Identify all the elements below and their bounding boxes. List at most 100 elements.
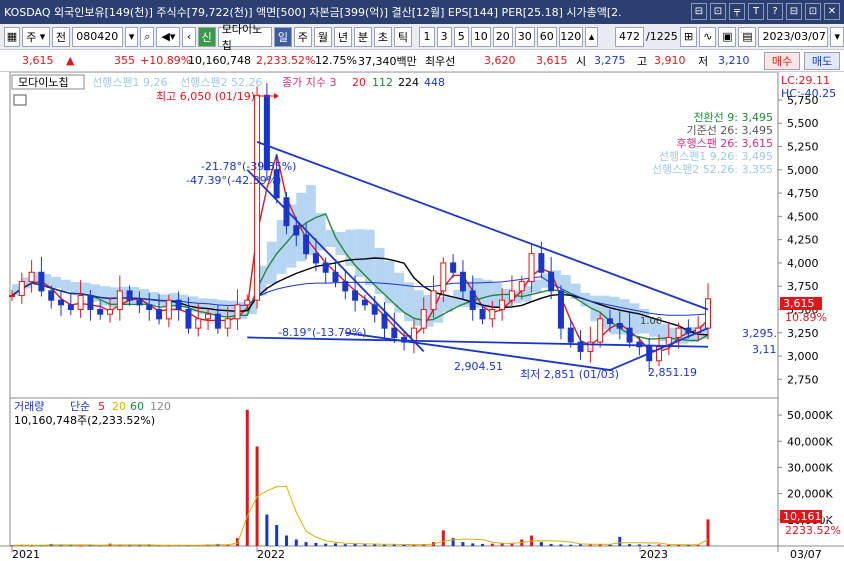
legend-stock-name: 모다이노칩: [18, 76, 69, 89]
x-label-2021: 2021: [12, 548, 40, 561]
volume-bar: [539, 542, 543, 546]
table-icon[interactable]: [13, 94, 27, 106]
type-select[interactable]: 주 ▾: [22, 26, 50, 47]
ichimoku-cloud-segment: [266, 241, 277, 284]
position-field[interactable]: 472: [614, 26, 645, 47]
restore-panel-icon[interactable]: ⊡: [710, 3, 726, 20]
count-1-button[interactable]: 1: [419, 26, 435, 47]
annotation-3295: 3,295.: [742, 327, 777, 340]
sound-icon[interactable]: ◀▾: [156, 26, 181, 47]
count-20-button[interactable]: 20: [492, 26, 513, 47]
pin-icon[interactable]: ╤: [729, 3, 745, 20]
candle-body: [371, 304, 378, 315]
volume-bar: [647, 544, 651, 546]
date-field[interactable]: 2023/03/07: [758, 26, 829, 47]
volume-bar: [265, 514, 269, 546]
buy-button[interactable]: 매수: [764, 52, 800, 70]
date-dropdown-icon[interactable]: ▾: [830, 26, 844, 47]
price-tick-label: 5,500: [787, 117, 819, 130]
count-60-button[interactable]: 60: [536, 26, 557, 47]
candle-body: [38, 271, 45, 292]
volume-bar: [383, 544, 387, 546]
candle-body: [557, 290, 564, 329]
candle-body: [97, 309, 104, 315]
count-5-button[interactable]: 5: [453, 26, 469, 47]
annotation-high: 최고 6,050 (01/19): [156, 90, 255, 103]
price-tick-label: 4,250: [787, 234, 819, 247]
volume-bar: [275, 525, 279, 546]
candle-body: [77, 295, 84, 311]
mode-button[interactable]: 전: [51, 26, 71, 47]
sell-button[interactable]: 매도: [804, 52, 840, 70]
stock-code-input[interactable]: 080420: [72, 26, 123, 47]
volume-ma-120: 120: [150, 400, 171, 413]
legend-span1: 선행스펜1 9,26: [92, 76, 167, 89]
open-label: 시: [576, 54, 587, 68]
candle-body: [567, 327, 574, 343]
text-icon[interactable]: T: [748, 3, 764, 20]
price-tick-label: 4,750: [787, 187, 819, 200]
tab-week[interactable]: 주: [293, 26, 312, 47]
zoom-icon[interactable]: ⊞: [680, 26, 698, 47]
volume-bar: [637, 544, 641, 546]
tab-month[interactable]: 월: [313, 26, 332, 47]
candle-body: [254, 94, 261, 301]
legend-ma-448: 448: [424, 76, 445, 89]
tab-day[interactable]: 일: [273, 26, 292, 47]
candle-body: [450, 262, 457, 273]
price-tick-label: 5,250: [787, 141, 819, 154]
tab-minute[interactable]: 분: [353, 26, 372, 47]
ask-price: 3,620: [484, 54, 516, 67]
candle-body: [293, 225, 300, 236]
volume-ma-5: 5: [98, 400, 105, 413]
volume-bar: [706, 519, 710, 546]
candle-body: [626, 327, 633, 343]
candle-body: [244, 299, 251, 306]
volume-bar: [137, 545, 141, 547]
candle-body: [322, 262, 329, 273]
count-spin-icon[interactable]: ▴: [584, 26, 599, 47]
candle-body: [28, 271, 35, 283]
close-icon[interactable]: ✕: [824, 3, 840, 20]
stock-info-text: KOSDAQ 외국인보유[149(천)] 주식수[79,722(천)] 액면[5…: [4, 6, 622, 19]
candle-body: [234, 304, 241, 320]
wave-icon[interactable]: ∿: [699, 26, 717, 47]
count-10-button[interactable]: 10: [470, 26, 491, 47]
candle-body: [87, 295, 94, 311]
grid-menu-icon[interactable]: ▦: [4, 26, 20, 47]
volume-bar: [481, 543, 485, 546]
search-icon[interactable]: ⌕: [140, 26, 155, 47]
tab-year[interactable]: 년: [333, 26, 352, 47]
price-tick-label: 3,250: [787, 327, 819, 340]
candle-body: [616, 322, 623, 329]
candle-body: [156, 309, 163, 320]
tab-second[interactable]: 초: [373, 26, 392, 47]
stock-name-field[interactable]: 모다이노칩: [217, 23, 272, 52]
hc-value: HC:-40.25: [781, 87, 836, 100]
ichimoku-cloud-segment: [51, 276, 62, 289]
maximize-icon[interactable]: ⊡: [805, 3, 821, 20]
ichimoku-cloud-segment: [482, 279, 493, 309]
candle-body: [548, 271, 555, 292]
volume-title: 거래량: [14, 400, 44, 413]
candle-body: [459, 271, 466, 292]
save-icon[interactable]: ▣: [718, 26, 737, 47]
minimize-panel-icon[interactable]: ⊟: [691, 3, 707, 20]
volume-current-pct: 2233.52%: [785, 524, 841, 537]
prev-stock-icon[interactable]: ‹: [182, 26, 196, 47]
tab-tick[interactable]: 틱: [393, 26, 412, 47]
help-icon[interactable]: ?: [767, 3, 783, 20]
count-3-button[interactable]: 3: [436, 26, 452, 47]
volume-ma-label: 단순: [70, 400, 90, 413]
volume-bar: [402, 544, 406, 546]
volume-bar: [324, 543, 328, 546]
candle-body: [675, 327, 682, 338]
calendar-icon[interactable]: ▤: [738, 26, 757, 47]
code-dropdown-icon[interactable]: ▾: [124, 26, 139, 47]
count-120-button[interactable]: 120: [558, 26, 583, 47]
candle-body: [597, 318, 604, 343]
count-30-button[interactable]: 30: [514, 26, 535, 47]
minimize-icon[interactable]: ⊟: [786, 3, 802, 20]
candle-body: [303, 234, 310, 255]
stock-chart[interactable]: 2,7503,0003,2503,5003,7504,0004,2504,500…: [0, 72, 844, 561]
